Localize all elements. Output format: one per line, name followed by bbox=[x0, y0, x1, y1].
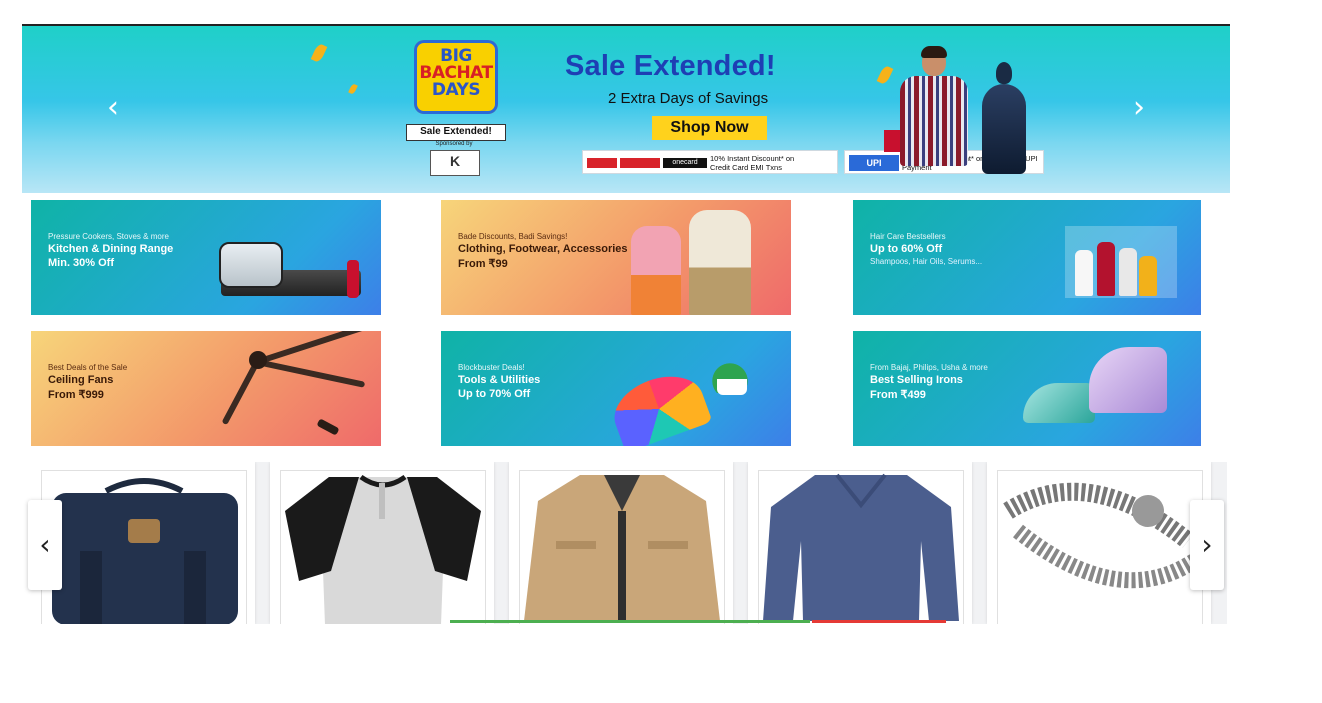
logo-tag: Sale Extended! bbox=[406, 124, 506, 141]
banner-tag: Best Deals of the Sale bbox=[48, 363, 128, 372]
buddha-statue-image bbox=[982, 62, 1026, 174]
banner-tag: Blockbuster Deals! bbox=[458, 363, 525, 372]
product-card[interactable] bbox=[509, 462, 733, 624]
upi-logo: UPI bbox=[849, 155, 899, 171]
banner-tag: Pressure Cookers, Stoves & more bbox=[48, 232, 169, 241]
product-card[interactable] bbox=[748, 462, 972, 624]
banner-offer: Min. 30% Off bbox=[48, 257, 115, 269]
banner-offer: From ₹499 bbox=[870, 389, 926, 401]
products-prev-button[interactable]: ‹ bbox=[28, 500, 62, 590]
banner-tag: From Bajaj, Philips, Usha & more bbox=[870, 363, 988, 372]
bracelet-icon bbox=[997, 470, 1203, 624]
hair-care-bottles-image bbox=[1075, 234, 1171, 296]
banner-tag: Bade Discounts, Badi Savings! bbox=[458, 232, 568, 241]
sweater-icon bbox=[758, 470, 964, 624]
leaf-decoration bbox=[876, 64, 894, 86]
iron-image bbox=[1089, 347, 1167, 413]
banner-title: Clothing, Footwear, Accessories bbox=[458, 243, 628, 255]
plant-pot-image bbox=[717, 379, 747, 395]
hero-title: Sale Extended! bbox=[565, 50, 776, 82]
leaf-decoration bbox=[310, 42, 328, 64]
banner-offer: From ₹99 bbox=[458, 258, 508, 270]
hero-subtitle: 2 Extra Days of Savings bbox=[608, 90, 769, 107]
logo-line-3: DAYS bbox=[431, 80, 481, 100]
banner-tag: Hair Care Bestsellers bbox=[870, 232, 946, 241]
banner-ceiling-fans[interactable]: Best Deals of the Sale Ceiling Fans From… bbox=[31, 331, 381, 446]
banner-title: Best Selling Irons bbox=[870, 374, 963, 386]
banner-title: Tools & Utilities bbox=[458, 374, 541, 386]
couple-image bbox=[621, 210, 761, 315]
hero-carousel[interactable]: ‹ › BIG BACHAT DAYS Sale Extended! Spons… bbox=[22, 24, 1230, 193]
jacket-icon bbox=[519, 470, 725, 624]
umbrella-image bbox=[605, 365, 713, 446]
section-strip bbox=[450, 620, 810, 623]
pressure-cooker-image bbox=[219, 242, 283, 288]
bank-offer-card: onecard 10% Instant Discount* on Credit C… bbox=[582, 150, 838, 174]
banner-clothing[interactable]: Bade Discounts, Badi Savings! Clothing, … bbox=[441, 200, 791, 315]
banner-tools-utilities[interactable]: Blockbuster Deals! Tools & Utilities Up … bbox=[441, 331, 791, 446]
bank-offer-text: 10% Instant Discount* on Credit Card EMI… bbox=[710, 154, 795, 172]
banner-offer: Shampoos, Hair Oils, Serums... bbox=[870, 257, 983, 266]
bank-logo-icon bbox=[587, 158, 617, 168]
product-card[interactable] bbox=[987, 462, 1211, 624]
section-strip bbox=[812, 620, 946, 623]
model-image bbox=[894, 46, 978, 180]
sponsored-by-label: Sponsored by bbox=[435, 141, 473, 147]
banner-offer: Up to 70% Off bbox=[458, 388, 531, 400]
shop-now-button[interactable]: Shop Now bbox=[652, 116, 767, 140]
products-next-button[interactable]: › bbox=[1190, 500, 1224, 590]
water-bottle-image bbox=[347, 260, 359, 298]
hero-next-button[interactable]: › bbox=[1124, 88, 1154, 128]
backpack-icon bbox=[41, 470, 247, 624]
iron-image bbox=[1023, 383, 1095, 423]
bank-logo-icon bbox=[620, 158, 660, 168]
banner-title: Kitchen & Dining Range bbox=[48, 243, 174, 255]
banner-offer: From ₹999 bbox=[48, 389, 104, 401]
banner-irons[interactable]: From Bajaj, Philips, Usha & more Best Se… bbox=[853, 331, 1201, 446]
banner-title: Up to 60% Off bbox=[870, 243, 943, 255]
raglan-tshirt-icon bbox=[280, 470, 486, 624]
product-carousel bbox=[31, 462, 1227, 624]
product-card[interactable] bbox=[31, 462, 255, 624]
hero-prev-button[interactable]: ‹ bbox=[98, 88, 128, 128]
banner-title: Ceiling Fans bbox=[48, 374, 114, 386]
product-card[interactable] bbox=[270, 462, 494, 624]
banner-kitchen-dining[interactable]: Pressure Cookers, Stoves & more Kitchen … bbox=[31, 200, 381, 315]
onecard-logo: onecard bbox=[663, 158, 707, 168]
leaf-decoration bbox=[348, 83, 358, 95]
banner-hair-care[interactable]: Hair Care Bestsellers Up to 60% Off Sham… bbox=[853, 200, 1201, 315]
sponsor-logo: K bbox=[430, 150, 480, 176]
big-bachat-days-logo: BIG BACHAT DAYS bbox=[414, 40, 498, 114]
